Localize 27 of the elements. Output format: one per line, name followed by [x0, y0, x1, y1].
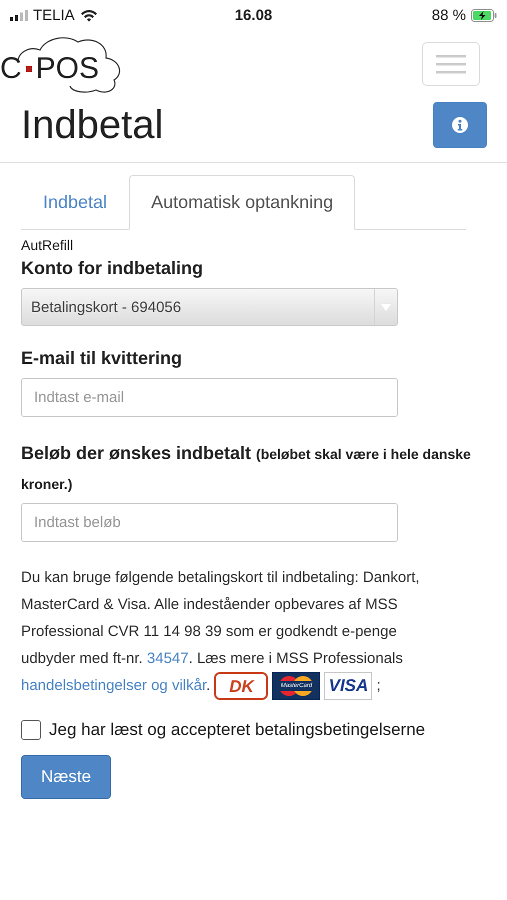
- email-field[interactable]: Indtast e-mail: [21, 378, 398, 417]
- visa-logo: VISA: [324, 672, 372, 700]
- section-caption: AutRefill: [21, 237, 74, 253]
- tab[interactable]: Automatisk optankning: [129, 175, 356, 230]
- field-label: E-mail til kvittering: [21, 348, 184, 369]
- field-label: Beløb der ønskes indbetalt (beløbet skal være i hele danske kroner.): [21, 442, 472, 494]
- checkbox[interactable]: [21, 720, 41, 740]
- logo[interactable]: C POS: [0, 34, 125, 94]
- clock-time: 16.08: [234, 6, 272, 24]
- tab[interactable]: Indbetal: [21, 175, 130, 230]
- dankort-logo: DK: [214, 672, 268, 700]
- account-dropdown[interactable]: Betalingskort - 694056: [21, 288, 398, 326]
- checkbox-label: Jeg har læst og accepteret betalingsbetingelserne: [49, 720, 426, 740]
- wifi-icon: [80, 8, 98, 22]
- info-button[interactable]: [433, 102, 487, 148]
- battery-percent: 88 %: [432, 6, 466, 24]
- page-title: Indbetal: [21, 102, 164, 148]
- caret-icon: [381, 304, 391, 310]
- info-icon: [452, 117, 468, 133]
- menu-icon: [436, 54, 466, 74]
- carrier-name: TELIA: [33, 6, 75, 24]
- amount-field[interactable]: Indtast beløb: [21, 503, 398, 542]
- signal-icon: [10, 10, 28, 20]
- next-button[interactable]: Næste: [21, 755, 111, 800]
- link[interactable]: 34547: [146, 650, 189, 667]
- link[interactable]: handelsbetingelser og vilkår: [21, 677, 206, 694]
- field-label: Konto for indbetaling: [21, 258, 204, 279]
